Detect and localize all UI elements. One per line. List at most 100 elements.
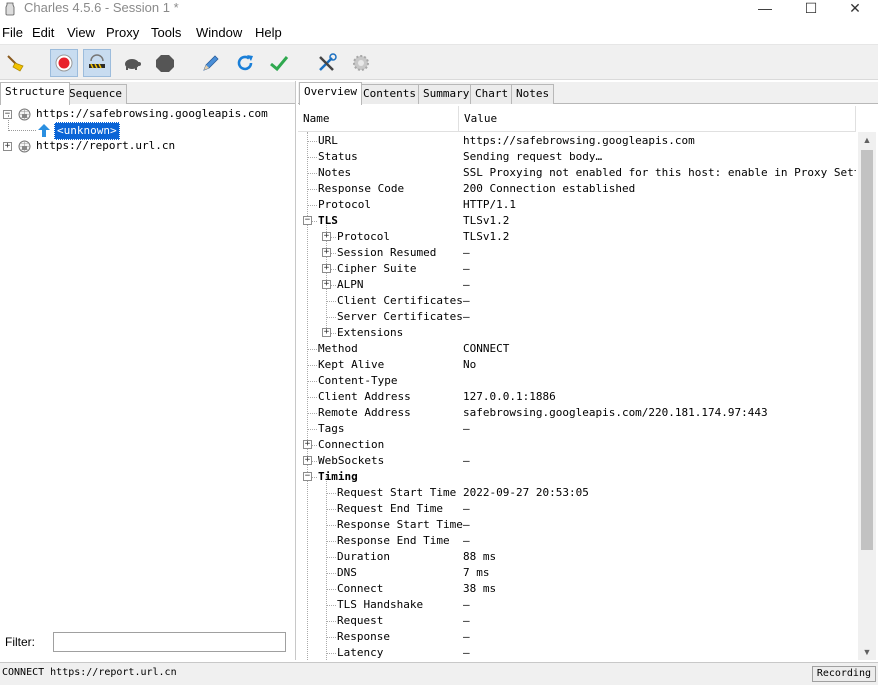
tree-host-report[interactable]: + https://report.url.cn [0, 138, 296, 154]
overview-row[interactable]: Tags – [298, 421, 856, 437]
row-name: Response Start Time [337, 518, 463, 531]
overview-row[interactable]: URL https://safebrowsing.googleapis.com [298, 133, 856, 149]
overview-row[interactable]: Request End Time – [298, 501, 856, 517]
expand-icon[interactable]: + [303, 440, 312, 449]
menu-edit[interactable]: Edit [32, 25, 54, 41]
row-value: – [463, 278, 470, 291]
overview-row[interactable]: Method CONNECT [298, 341, 856, 357]
collapse-icon[interactable]: − [303, 216, 312, 225]
recording-indicator[interactable]: Recording [811, 666, 876, 682]
overview-row[interactable]: Client Address 127.0.0.1:1886 [298, 389, 856, 405]
right-tabs: Overview Contents Summary Chart Notes [298, 82, 878, 105]
column-name-header[interactable]: Name [298, 106, 459, 132]
stop-button[interactable] [151, 49, 179, 77]
scroll-down-icon[interactable]: ▼ [858, 644, 876, 660]
menu-help[interactable]: Help [255, 25, 282, 41]
pen-icon [203, 55, 219, 71]
validate-button[interactable] [265, 49, 293, 77]
row-name: Latency [337, 646, 384, 659]
tree-guide [307, 157, 317, 158]
expand-icon[interactable]: + [303, 456, 312, 465]
expand-icon[interactable]: + [322, 248, 331, 257]
overview-row[interactable]: Response Code 200 Connection established [298, 181, 856, 197]
overview-row[interactable]: + Session Resumed – [298, 245, 856, 261]
vertical-scrollbar[interactable]: ▲ ▼ [858, 132, 876, 660]
globe-lock-icon [18, 108, 31, 121]
overview-row[interactable]: Response Start Time – [298, 517, 856, 533]
settings-button[interactable] [347, 49, 375, 77]
overview-row[interactable]: Status Sending request body… [298, 149, 856, 165]
expand-icon[interactable]: + [322, 264, 331, 273]
overview-row[interactable]: Remote Address safebrowsing.googleapis.co… [298, 405, 856, 421]
throttle-button[interactable] [83, 49, 111, 77]
repeat-button[interactable] [231, 49, 259, 77]
row-value: – [463, 310, 470, 323]
overview-row[interactable]: DNS 7 ms [298, 565, 856, 581]
overview-row[interactable]: Kept Alive No [298, 357, 856, 373]
row-value: CONNECT [463, 342, 510, 355]
overview-row[interactable]: + Extensions [298, 325, 856, 341]
tab-overview[interactable]: Overview [299, 82, 362, 105]
scroll-thumb[interactable] [861, 150, 873, 550]
scroll-up-icon[interactable]: ▲ [858, 132, 876, 148]
tab-structure[interactable]: Structure [0, 82, 70, 105]
overview-row[interactable]: Client Certificates – [298, 293, 856, 309]
tab-chart[interactable]: Chart [470, 84, 514, 104]
overview-row[interactable]: Request Start Time 2022-09-27 20:53:05 [298, 485, 856, 501]
tab-summary[interactable]: Summary [418, 84, 475, 104]
expand-icon[interactable]: + [322, 232, 331, 241]
overview-row[interactable]: Request – [298, 613, 856, 629]
compose-button[interactable] [197, 49, 225, 77]
overview-row[interactable]: Server Certificates – [298, 309, 856, 325]
overview-row[interactable]: Latency – [298, 645, 856, 660]
maximize-button[interactable]: ☐ [788, 0, 834, 16]
expand-icon[interactable]: + [322, 280, 331, 289]
collapse-icon[interactable]: − [303, 472, 312, 481]
filter-input[interactable] [53, 632, 286, 652]
menu-proxy[interactable]: Proxy [106, 25, 139, 41]
overview-row[interactable]: Content-Type [298, 373, 856, 389]
overview-row[interactable]: − Timing [298, 469, 856, 485]
status-text: CONNECT https://report.url.cn [2, 667, 177, 678]
tools-button[interactable] [313, 49, 341, 77]
overview-row[interactable]: TLS Handshake – [298, 597, 856, 613]
filter-bar: Filter: [0, 626, 296, 660]
minimize-button[interactable]: — [742, 0, 788, 16]
overview-row[interactable]: + Cipher Suite – [298, 261, 856, 277]
row-name: TLS [318, 214, 338, 227]
overview-row[interactable]: Notes SSL Proxying not enabled for this h… [298, 165, 856, 181]
menu-window[interactable]: Window [196, 25, 242, 41]
overview-row[interactable]: + WebSockets – [298, 453, 856, 469]
overview-row[interactable]: Response – [298, 629, 856, 645]
tab-notes[interactable]: Notes [511, 84, 555, 104]
expand-icon[interactable]: + [3, 142, 12, 151]
breakpoints-button[interactable] [118, 49, 146, 77]
row-value: SSL Proxying not enabled for this host: … [463, 166, 856, 179]
charles-jug-icon [5, 2, 15, 16]
record-button[interactable] [50, 49, 78, 77]
menu-tools[interactable]: Tools [151, 25, 181, 41]
overview-row[interactable]: + Connection [298, 437, 856, 453]
tab-sequence[interactable]: Sequence [64, 84, 127, 104]
clear-session-button[interactable] [2, 49, 30, 77]
overview-row[interactable]: + Protocol TLSv1.2 [298, 229, 856, 245]
tree-host-safebrowsing[interactable]: − https://safebrowsing.googleapis.com [0, 106, 296, 122]
overview-row[interactable]: − TLS TLSv1.2 [298, 213, 856, 229]
row-value: – [463, 246, 470, 259]
overview-row[interactable]: + ALPN – [298, 277, 856, 293]
row-name: Connection [318, 438, 385, 451]
tab-contents[interactable]: Contents [358, 84, 421, 104]
row-name: TLS Handshake [337, 598, 424, 611]
expand-icon[interactable]: + [322, 328, 331, 337]
overview-row[interactable]: Response End Time – [298, 533, 856, 549]
tree-node-unknown[interactable]: <unknown> [0, 122, 296, 140]
menu-view[interactable]: View [67, 25, 95, 41]
overview-row[interactable]: Duration 88 ms [298, 549, 856, 565]
row-value: 88 ms [463, 550, 497, 563]
row-name: Kept Alive [318, 358, 385, 371]
column-value-header[interactable]: Value [459, 106, 856, 132]
overview-row[interactable]: Connect 38 ms [298, 581, 856, 597]
close-button[interactable]: ✕ [832, 0, 878, 16]
menu-file[interactable]: File [2, 25, 23, 41]
overview-row[interactable]: Protocol HTTP/1.1 [298, 197, 856, 213]
